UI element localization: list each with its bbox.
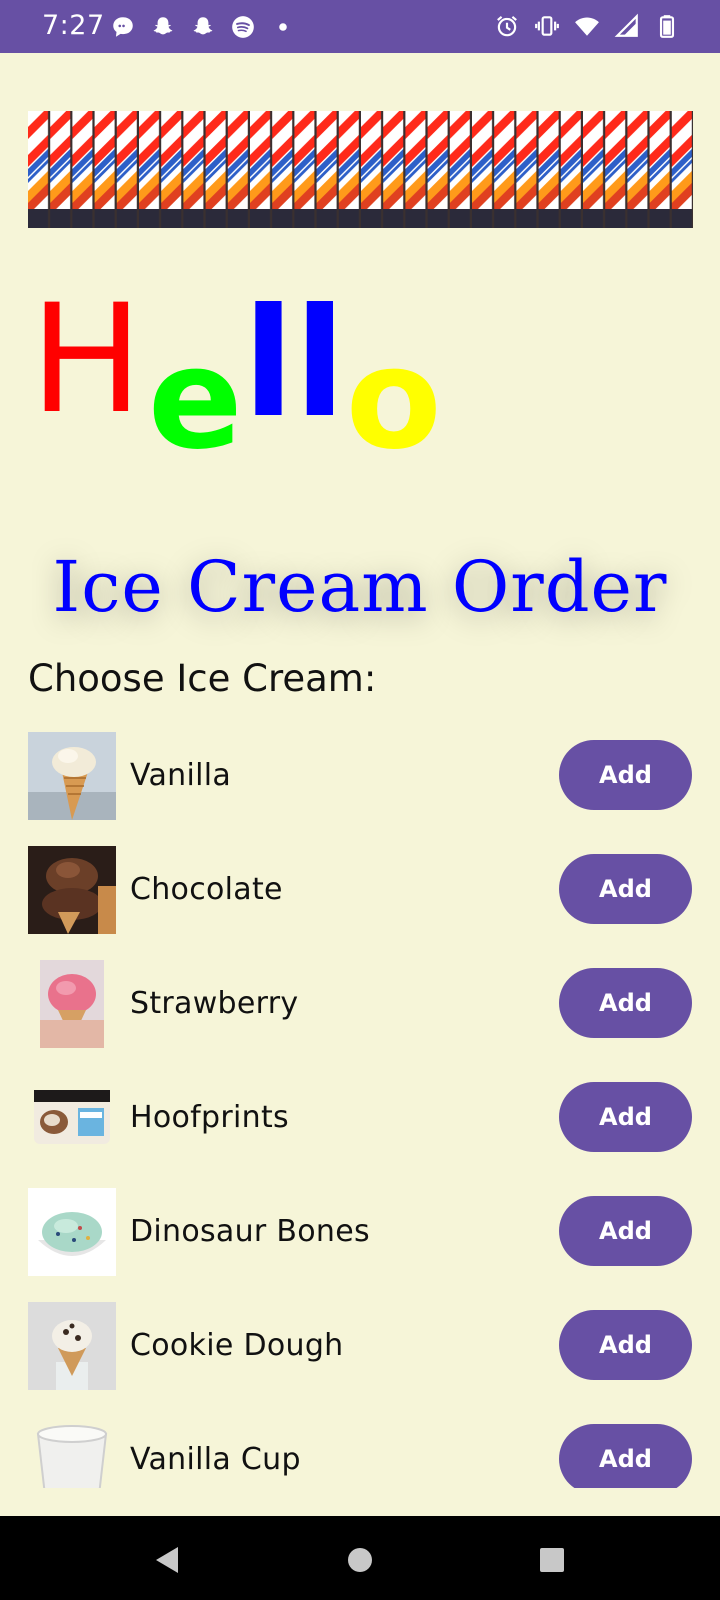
- list-item: Vanilla Cup Add: [0, 1404, 720, 1488]
- add-vanilla-button[interactable]: Add: [559, 740, 692, 810]
- list-item: Cookie Dough Add: [0, 1290, 720, 1406]
- wifi-icon: [574, 13, 600, 39]
- status-time: 7:27: [42, 10, 105, 41]
- vibrate-icon: [534, 13, 560, 39]
- home-icon[interactable]: [342, 1542, 378, 1578]
- snapchat-icon: [150, 14, 176, 40]
- signal-icon: [614, 13, 640, 39]
- choose-label: Choose Ice Cream:: [28, 657, 377, 700]
- list-item: Hoofprints Add: [0, 1062, 720, 1178]
- snapchat-icon: [190, 14, 216, 40]
- title-container: Ice Cream Order: [0, 537, 720, 637]
- add-hoofprints-button[interactable]: Add: [559, 1082, 692, 1152]
- item-name: Dinosaur Bones: [130, 1214, 370, 1249]
- back-icon[interactable]: [150, 1542, 186, 1578]
- hello-letter-l1: l: [242, 277, 295, 451]
- add-strawberry-button[interactable]: Add: [559, 968, 692, 1038]
- list-item: Dinosaur Bones Add: [0, 1176, 720, 1292]
- item-name: Vanilla Cup: [130, 1442, 301, 1477]
- item-name: Chocolate: [130, 872, 283, 907]
- strawberry-cone-image: [40, 960, 104, 1048]
- navigation-bar: [0, 1516, 720, 1600]
- notification-icons: [110, 13, 296, 41]
- chat-bubble-icon: [110, 14, 136, 40]
- add-cookie-dough-button[interactable]: Add: [559, 1310, 692, 1380]
- vanilla-cup-image: [34, 1416, 110, 1488]
- hello-letter-l2: l: [294, 277, 346, 451]
- system-icons: [494, 12, 680, 40]
- hello-heading: H e l l o: [30, 285, 442, 475]
- cookie-dough-cone-image: [28, 1302, 116, 1390]
- dinosaur-bones-bowl-image: [28, 1188, 116, 1276]
- hoofprints-tub-image: [28, 1086, 116, 1148]
- page-title: Ice Cream Order: [52, 546, 668, 628]
- item-name: Hoofprints: [130, 1100, 289, 1135]
- hello-letter-o: o: [345, 318, 442, 481]
- list-item: Strawberry Add: [0, 948, 720, 1064]
- add-vanilla-cup-button[interactable]: Add: [559, 1424, 692, 1488]
- item-name: Vanilla: [130, 758, 232, 793]
- alarm-icon: [494, 13, 520, 39]
- item-name: Strawberry: [130, 986, 299, 1021]
- vanilla-cone-image: [28, 732, 116, 820]
- dot-icon: [270, 14, 296, 40]
- battery-icon: [654, 13, 680, 39]
- ice-cream-list[interactable]: Vanilla Add Chocolate Add Strawberry Add…: [0, 720, 720, 1488]
- spotify-icon: [230, 14, 256, 40]
- add-dinosaur-bones-button[interactable]: Add: [559, 1196, 692, 1266]
- chocolate-scoop-image: [28, 846, 116, 934]
- striped-banner-image: [28, 111, 693, 228]
- status-bar: 7:27: [0, 0, 720, 53]
- add-chocolate-button[interactable]: Add: [559, 854, 692, 924]
- item-name: Cookie Dough: [130, 1328, 344, 1363]
- recents-icon[interactable]: [534, 1542, 570, 1578]
- hello-letter-h: H: [30, 273, 143, 447]
- hello-letter-e: e: [147, 318, 243, 481]
- list-item: Chocolate Add: [0, 834, 720, 950]
- list-item: Vanilla Add: [0, 720, 720, 836]
